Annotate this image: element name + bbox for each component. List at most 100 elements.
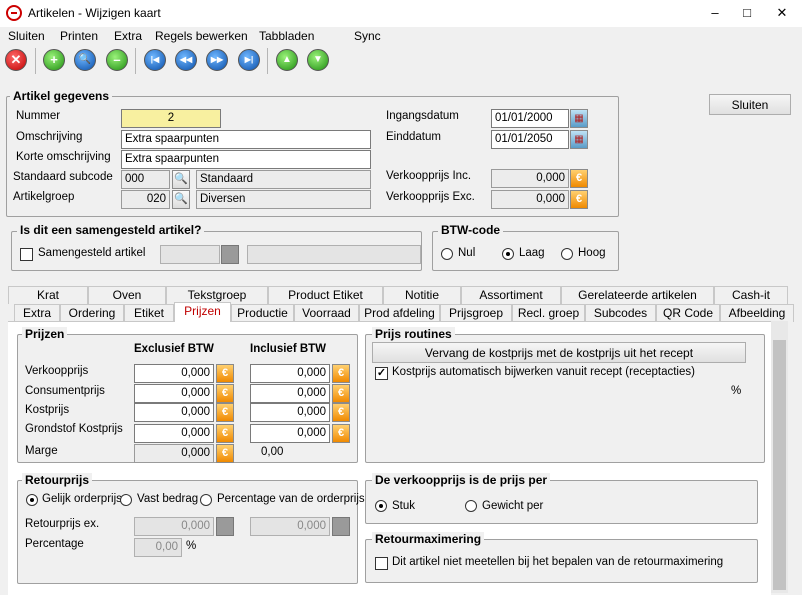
tab-etiket[interactable]: Etiket: [124, 304, 174, 322]
tab-recl-groep[interactable]: Recl. groep: [512, 304, 585, 322]
standaard-subcode-field[interactable]: 000: [121, 170, 170, 189]
menu-extra[interactable]: Extra: [114, 29, 142, 43]
verkoopprijs-incl-field[interactable]: 0,000: [250, 364, 330, 383]
title-bar: Artikelen - Wijzigen kaart – □ ✕: [0, 0, 802, 27]
stuk-radio[interactable]: [375, 500, 387, 512]
consumentprijs-incl-field[interactable]: 0,000: [250, 384, 330, 403]
up-arrow-icon[interactable]: ▲: [276, 49, 298, 71]
cancel-icon[interactable]: ✕: [5, 49, 27, 71]
tab-prijzen[interactable]: Prijzen: [174, 302, 231, 322]
nummer-field[interactable]: 2: [121, 109, 221, 128]
vast-bedrag-radio[interactable]: [120, 494, 132, 506]
minimize-button[interactable]: –: [706, 4, 724, 22]
menu-sync[interactable]: Sync: [354, 29, 381, 43]
euro-icon[interactable]: €: [332, 364, 350, 383]
menu-printen[interactable]: Printen: [60, 29, 98, 43]
euro-icon[interactable]: €: [332, 384, 350, 403]
euro-icon[interactable]: €: [570, 190, 588, 209]
btw-nul-radio[interactable]: [441, 248, 453, 260]
tab-notitie[interactable]: Notitie: [383, 286, 461, 304]
omschrijving-field[interactable]: Extra spaarpunten: [121, 130, 371, 149]
euro-icon[interactable]: €: [216, 444, 234, 463]
menu-sluiten[interactable]: Sluiten: [8, 29, 45, 43]
tab-prod-afdeling[interactable]: Prod afdeling: [359, 304, 440, 322]
omschrijving-label: Omschrijving: [16, 131, 83, 143]
consumentprijs-excl-field[interactable]: 0,000: [134, 384, 214, 403]
vervang-kostprijs-button[interactable]: Vervang de kostprijs met de kostprijs ui…: [372, 342, 746, 363]
marge-incl-value: 0,00: [261, 446, 284, 458]
tab-extra[interactable]: Extra: [14, 304, 60, 322]
inclusief-btw-header: Inclusief BTW: [250, 343, 327, 355]
kostprijs-incl-field[interactable]: 0,000: [250, 403, 330, 422]
euro-icon[interactable]: €: [216, 424, 234, 443]
euro-icon[interactable]: €: [216, 403, 234, 422]
menu-tabbladen[interactable]: Tabbladen: [259, 29, 314, 43]
artikel-gegevens-title: Artikel gegevens: [10, 89, 113, 103]
euro-icon[interactable]: €: [216, 384, 234, 403]
first-record-icon[interactable]: |◀: [144, 49, 166, 71]
euro-icon[interactable]: €: [332, 424, 350, 443]
tab-afbeelding[interactable]: Afbeelding: [720, 304, 794, 322]
tab-prijsgroep[interactable]: Prijsgroep: [440, 304, 512, 322]
tab-krat[interactable]: Krat: [8, 286, 88, 304]
einddatum-field[interactable]: 01/01/2050: [491, 130, 569, 149]
tab-cash-it[interactable]: Cash-it: [714, 286, 788, 304]
tab-gerelateerde-artikelen[interactable]: Gerelateerde artikelen: [561, 286, 714, 304]
tab-assortiment[interactable]: Assortiment: [461, 286, 561, 304]
samengesteld-checkbox[interactable]: [20, 248, 33, 261]
grondstof-kostprijs-excl-field[interactable]: 0,000: [134, 424, 214, 443]
gewicht-per-radio[interactable]: [465, 500, 477, 512]
menu-bar: Sluiten Printen Extra Regels bewerken Ta…: [0, 27, 802, 47]
menu-regels-bewerken[interactable]: Regels bewerken: [155, 29, 248, 43]
down-arrow-icon[interactable]: ▼: [307, 49, 329, 71]
prijs-per-title: De verkoopprijs is de prijs per: [372, 473, 551, 487]
euro-icon[interactable]: €: [332, 403, 350, 422]
subcode-search-icon[interactable]: 🔍: [172, 170, 190, 189]
toolbar-separator: [267, 48, 268, 74]
last-record-icon[interactable]: ▶|: [238, 49, 260, 71]
artikelgroep-name-field: Diversen: [196, 190, 371, 209]
ingangsdatum-field[interactable]: 01/01/2000: [491, 109, 569, 128]
ingangsdatum-calendar-icon[interactable]: ▦: [570, 109, 588, 128]
previous-record-icon[interactable]: ◀◀: [175, 49, 197, 71]
search-icon[interactable]: 🔍: [74, 49, 96, 71]
btw-hoog-radio[interactable]: [561, 248, 573, 260]
kostprijs-automatisch-checkbox[interactable]: ✓: [375, 367, 388, 380]
samengesteld-label: Samengesteld artikel: [38, 247, 146, 259]
einddatum-calendar-icon[interactable]: ▦: [570, 130, 588, 149]
grondstof-kostprijs-incl-field[interactable]: 0,000: [250, 424, 330, 443]
tab-oven[interactable]: Oven: [88, 286, 166, 304]
tab-product-etiket[interactable]: Product Etiket: [268, 286, 383, 304]
tab-voorraad[interactable]: Voorraad: [294, 304, 359, 322]
retourmaximering-checkbox[interactable]: [375, 557, 388, 570]
add-icon[interactable]: +: [43, 49, 65, 71]
percentage-orderprijs-radio[interactable]: [200, 494, 212, 506]
samengesteld-lookup-button: [221, 245, 239, 264]
verkoopprijs-label: Verkoopprijs: [25, 365, 89, 377]
tab-subcodes[interactable]: Subcodes: [585, 304, 656, 322]
remove-icon[interactable]: –: [106, 49, 128, 71]
stuk-label: Stuk: [392, 500, 416, 512]
korte-omschrijving-field[interactable]: Extra spaarpunten: [121, 150, 371, 169]
artikelgroep-field[interactable]: 020: [121, 190, 170, 209]
btw-laag-radio[interactable]: [502, 248, 514, 260]
btw-nul-label: Nul: [458, 247, 476, 259]
euro-icon[interactable]: €: [216, 364, 234, 383]
percentage-label: Percentage: [25, 538, 84, 550]
euro-icon[interactable]: €: [570, 169, 588, 188]
kostprijs-excl-field[interactable]: 0,000: [134, 403, 214, 422]
tab-productie[interactable]: Productie: [231, 304, 294, 322]
tab-qr-code[interactable]: QR Code: [656, 304, 720, 322]
maximize-button[interactable]: □: [738, 4, 756, 22]
scrollbar-thumb[interactable]: [773, 340, 786, 590]
verkoopprijs-excl-field[interactable]: 0,000: [134, 364, 214, 383]
grondstof-kostprijs-label: Grondstof Kostprijs: [25, 423, 123, 435]
gelijk-orderprijs-radio[interactable]: [26, 494, 38, 506]
close-window-button[interactable]: ✕: [773, 4, 791, 22]
retourprijs-ex-button: [216, 517, 234, 536]
tab-ordering[interactable]: Ordering: [60, 304, 124, 322]
sluiten-button[interactable]: Sluiten: [709, 94, 791, 115]
next-record-icon[interactable]: ▶▶: [206, 49, 228, 71]
prijs-routines-title: Prijs routines: [372, 327, 455, 341]
artikelgroep-search-icon[interactable]: 🔍: [172, 190, 190, 209]
